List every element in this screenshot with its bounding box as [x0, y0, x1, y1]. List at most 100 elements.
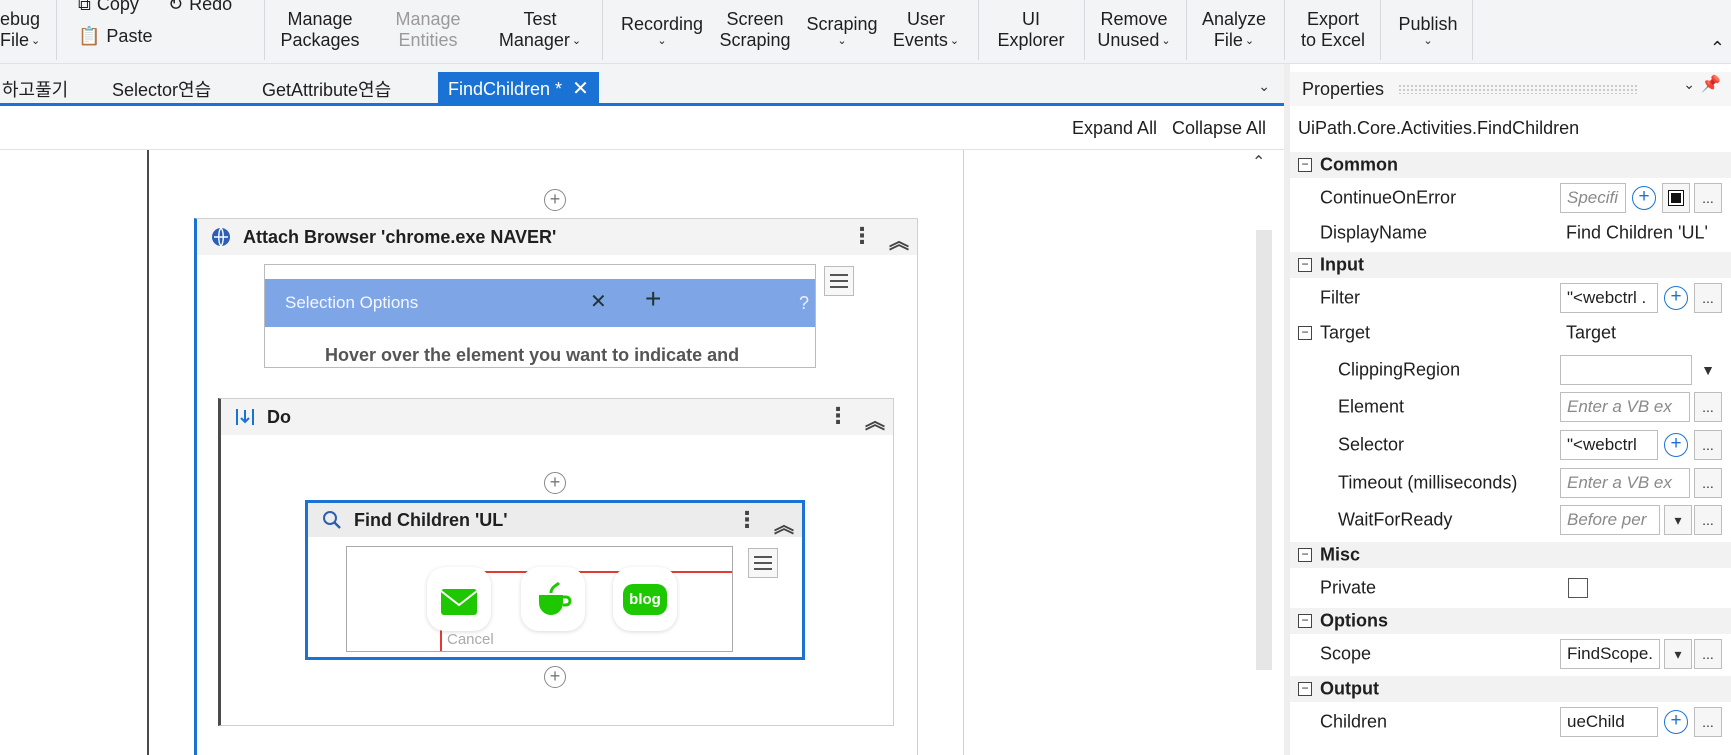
clipping-region-input[interactable]	[1560, 355, 1692, 385]
checkbox-toggle-icon[interactable]	[1662, 183, 1690, 213]
add-variable-icon[interactable]: +	[1664, 710, 1688, 734]
debug-file-button[interactable]: ebug File ⌄	[0, 0, 48, 60]
filter-input[interactable]: "<webctrl .	[1560, 283, 1658, 313]
chevron-down-icon[interactable]: ⌄	[1683, 76, 1695, 93]
timeout-input[interactable]: Enter a VB ex	[1560, 468, 1690, 498]
designer-toolbar: Expand All Collapse All	[0, 106, 1284, 150]
hamburger-menu-icon[interactable]	[748, 548, 778, 578]
selector-input[interactable]: "<webctrl	[1560, 430, 1658, 460]
scrollbar-thumb[interactable]	[1256, 230, 1272, 670]
dropdown-arrow-icon[interactable]: ▾	[1664, 505, 1692, 535]
tab-getattribute-practice[interactable]: GetAttribute연습	[256, 72, 397, 106]
collapse-toggle-icon[interactable]: −	[1298, 682, 1312, 696]
collapse-toggle-icon[interactable]: −	[1298, 614, 1312, 628]
find-children-title: Find Children 'UL'	[354, 509, 508, 530]
collapse-icon[interactable]: ︽	[774, 509, 794, 538]
activity-type-name: UiPath.Core.Activities.FindChildren	[1298, 118, 1580, 138]
close-icon[interactable]: ✕	[572, 79, 589, 99]
add-activity-icon[interactable]: +	[544, 189, 566, 211]
chevron-down-icon: ⌄	[1244, 35, 1255, 47]
recording-label: Recording	[620, 14, 704, 34]
tab-findchildren[interactable]: FindChildren * ✕	[438, 72, 599, 106]
prop-continue-on-error: ContinueOnError Specifi + ...	[1290, 180, 1731, 216]
publish-button[interactable]: Publish ⌄	[1382, 0, 1474, 60]
private-checkbox[interactable]	[1568, 578, 1588, 598]
category-input[interactable]: − Input	[1290, 252, 1731, 278]
continue-on-error-input[interactable]: Specifi	[1560, 183, 1626, 213]
add-variable-icon[interactable]: +	[1632, 186, 1656, 210]
collapse-toggle-icon[interactable]: −	[1298, 258, 1312, 272]
wait-for-ready-input[interactable]: Before per	[1560, 505, 1660, 535]
browser-globe-icon	[209, 225, 233, 249]
analyze-file-button[interactable]: Analyze File ⌄	[1188, 0, 1280, 60]
ellipsis-button[interactable]: ...	[1694, 283, 1722, 313]
collapse-toggle-icon[interactable]: −	[1298, 548, 1312, 562]
collapse-icon[interactable]: ︽	[865, 405, 885, 434]
tab-selector-practice[interactable]: Selector연습	[106, 72, 217, 106]
more-options-icon[interactable]: ⋮	[827, 405, 849, 434]
cafe-app-icon	[521, 567, 585, 631]
do-title: Do	[267, 406, 291, 427]
properties-title: Properties	[1302, 78, 1385, 99]
manage-packages-button[interactable]: Manage Packages	[270, 0, 370, 60]
screen-scraping-line2: Scraping	[719, 30, 791, 50]
more-options-icon[interactable]: ⋮	[851, 225, 873, 254]
user-events-button[interactable]: User Events ⌄	[886, 0, 966, 60]
prop-clipping-region: ClippingRegion ▼	[1290, 352, 1731, 388]
chevron-up-icon[interactable]: ⌃	[1710, 38, 1725, 59]
remove-unused-button[interactable]: Remove Unused ⌄	[1086, 0, 1182, 60]
scraping-button[interactable]: Scraping ⌄	[800, 0, 884, 60]
expand-all-button[interactable]: Expand All	[1072, 118, 1157, 139]
add-variable-icon[interactable]: +	[1664, 286, 1688, 310]
collapse-toggle-icon[interactable]: −	[1298, 326, 1312, 340]
ellipsis-button[interactable]: ...	[1694, 505, 1722, 535]
prop-label: Filter	[1320, 287, 1360, 308]
recording-button[interactable]: Recording ⌄	[612, 0, 712, 60]
ellipsis-button[interactable]: ...	[1694, 707, 1722, 737]
category-common[interactable]: − Common	[1290, 152, 1731, 178]
ui-explorer-button[interactable]: UI Explorer	[986, 0, 1076, 60]
copy-button[interactable]: ⧉ Copy	[78, 0, 139, 15]
children-input[interactable]: ueChild	[1560, 707, 1658, 737]
add-variable-icon[interactable]: +	[1664, 433, 1688, 457]
ellipsis-button[interactable]: ...	[1694, 392, 1722, 422]
chevron-down-icon[interactable]: ⌄	[1258, 78, 1270, 95]
find-children-header[interactable]: Find Children 'UL' ⋮ ︽	[308, 503, 802, 537]
manage-entities-button[interactable]: Manage Entities	[378, 0, 478, 60]
dropdown-arrow-icon[interactable]: ▼	[1694, 355, 1722, 385]
attach-browser-header[interactable]: Attach Browser 'chrome.exe NAVER' ⋮ ︽	[197, 219, 917, 255]
ellipsis-button[interactable]: ...	[1694, 183, 1722, 213]
add-activity-icon[interactable]: +	[544, 666, 566, 688]
dropdown-arrow-icon[interactable]: ▾	[1664, 639, 1692, 669]
add-activity-icon[interactable]: +	[544, 472, 566, 494]
category-output[interactable]: − Output	[1290, 676, 1731, 702]
chevron-down-icon: ⌄	[571, 35, 582, 47]
scope-select[interactable]: FindScope.	[1560, 639, 1660, 669]
ui-explorer-line2: Explorer	[997, 30, 1065, 50]
collapse-all-button[interactable]: Collapse All	[1172, 118, 1266, 139]
export-to-excel-button[interactable]: Export to Excel	[1290, 0, 1376, 60]
tab-hagopulgi[interactable]: 하고풀기	[0, 72, 74, 106]
redo-button[interactable]: ↻ Redo	[168, 0, 232, 15]
paste-button[interactable]: 📋 Paste	[78, 26, 152, 47]
ellipsis-button[interactable]: ...	[1694, 639, 1722, 669]
collapse-toggle-icon[interactable]: −	[1298, 158, 1312, 172]
browser-screenshot-preview: Selection Options ✕ + ? Hover over the e…	[264, 264, 816, 368]
test-manager-button[interactable]: Test Manager ⌄	[490, 0, 590, 60]
ellipsis-button[interactable]: ...	[1694, 468, 1722, 498]
category-misc[interactable]: − Misc	[1290, 542, 1731, 568]
chevron-up-icon[interactable]: ⌃	[1252, 152, 1265, 172]
element-input[interactable]: Enter a VB ex	[1560, 392, 1690, 422]
collapse-icon[interactable]: ︽	[889, 225, 909, 254]
ellipsis-button[interactable]: ...	[1694, 430, 1722, 460]
more-options-icon[interactable]: ⋮	[736, 509, 758, 538]
category-options[interactable]: − Options	[1290, 608, 1731, 634]
display-name-value[interactable]: Find Children 'UL'	[1566, 223, 1708, 244]
hamburger-menu-icon[interactable]	[824, 266, 854, 296]
screen-scraping-button[interactable]: Screen Scraping	[712, 0, 798, 60]
do-header[interactable]: Do ⋮ ︽	[221, 399, 893, 435]
pin-icon[interactable]: 📌	[1701, 74, 1721, 94]
category-label: Options	[1320, 610, 1388, 631]
panel-grip[interactable]	[1398, 84, 1638, 94]
prop-element: Element Enter a VB ex ...	[1290, 388, 1731, 426]
